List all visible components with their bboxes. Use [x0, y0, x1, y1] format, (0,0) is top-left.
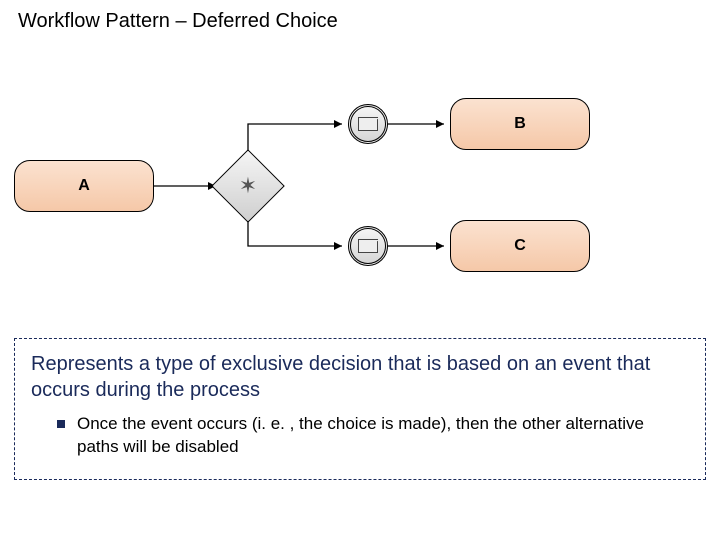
- event-based-gateway: ✶: [222, 160, 274, 212]
- description-bullet-text: Once the event occurs (i. e. , the choic…: [77, 413, 689, 459]
- bullet-square-icon: [57, 420, 65, 428]
- envelope-icon: [358, 239, 378, 253]
- activity-a: A: [14, 160, 154, 212]
- envelope-icon: [358, 117, 378, 131]
- activity-c: C: [450, 220, 590, 272]
- message-event-top: [348, 104, 388, 144]
- activity-b: B: [450, 98, 590, 150]
- description-main-text: Represents a type of exclusive decision …: [31, 351, 689, 403]
- page-title: Workflow Pattern – Deferred Choice: [18, 10, 338, 33]
- description-box: Represents a type of exclusive decision …: [14, 338, 706, 480]
- gateway-star-icon: ✶: [239, 175, 257, 197]
- message-event-bottom: [348, 226, 388, 266]
- bpmn-diagram: A B C ✶: [0, 60, 720, 320]
- description-bullet: Once the event occurs (i. e. , the choic…: [31, 413, 689, 459]
